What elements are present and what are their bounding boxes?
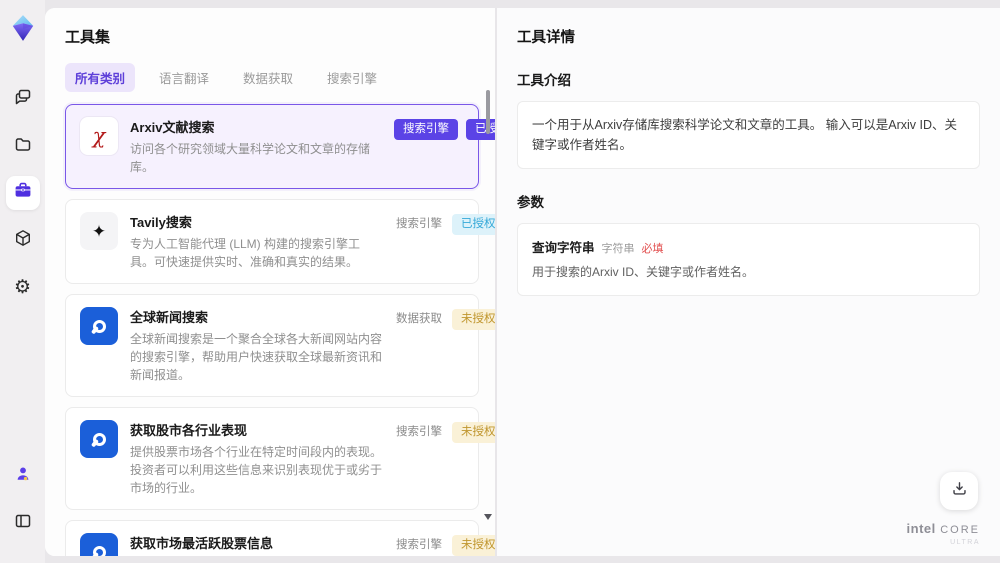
blue-search-icon: [80, 420, 118, 458]
app-logo-icon[interactable]: [9, 14, 37, 42]
tool-card[interactable]: ✦ Tavily搜索 专为人工智能代理 (LLM) 构建的搜索引擎工具。可快速提…: [65, 199, 495, 284]
tool-category-badge: 搜索引擎: [396, 218, 442, 230]
sidebar-item-settings[interactable]: ⚙: [6, 270, 40, 304]
tool-description: 提供股票市场各个行业在特定时间段内的表现。投资者可以利用这些信息来识别表现优于或…: [130, 445, 383, 495]
package-icon: [14, 229, 32, 252]
sidebar-item-files[interactable]: [6, 129, 40, 163]
tool-description: 专为人工智能代理 (LLM) 构建的搜索引擎工具。可快速提供实时、准确和真实的结…: [130, 237, 361, 269]
tool-category-badge: 搜索引擎: [394, 119, 458, 140]
download-icon: [951, 480, 968, 502]
folder-icon: [14, 135, 32, 158]
sidebar-item-tools[interactable]: [5, 176, 40, 210]
parameter-name: 查询字符串: [532, 241, 595, 255]
toolbox-icon: [13, 181, 33, 206]
tool-title: 获取股市各行业表现: [130, 423, 248, 438]
tool-category-badge: 数据获取: [396, 313, 442, 325]
tool-list: χ Arxiv文献搜索 访问各个研究领域大量科学论文和文章的存储库。 搜索引擎 …: [65, 104, 495, 556]
parameter-card: 查询字符串 字符串 必填 用于搜索的Arxiv ID、关键字或作者姓名。: [517, 223, 980, 296]
download-button[interactable]: [940, 472, 978, 510]
tool-card[interactable]: 获取股市各行业表现 提供股票市场各个行业在特定时间段内的表现。投资者可以利用这些…: [65, 407, 495, 510]
sidebar-item-packages[interactable]: [6, 223, 40, 257]
tool-card[interactable]: χ Arxiv文献搜索 访问各个研究领域大量科学论文和文章的存储库。 搜索引擎 …: [65, 104, 495, 189]
tool-description: 全球新闻搜索是一个聚合全球各大新闻网站内容的搜索引擎，帮助用户快速获取全球最新资…: [130, 332, 383, 382]
tool-auth-badge: 未授权: [452, 535, 495, 556]
tool-title: Tavily搜索: [130, 215, 192, 230]
tool-description: 访问各个研究领域大量科学论文和文章的存储库。: [130, 142, 371, 174]
tool-auth-badge: 已授权: [466, 119, 495, 140]
app-window: ⚙ 工具集 所有类别 语言翻译 数据获取 搜索引擎 χ Arxiv文献搜索 访问…: [0, 0, 1000, 563]
tool-category-badge: 搜索引擎: [396, 426, 442, 438]
tool-category-badge: 搜索引擎: [396, 539, 442, 551]
intro-heading: 工具介绍: [517, 73, 571, 88]
intro-box: 一个用于从Arxiv存储库搜索科学论文和文章的工具。 输入可以是Arxiv ID…: [517, 101, 980, 169]
tool-card[interactable]: 全球新闻搜索 全球新闻搜索是一个聚合全球各大新闻网站内容的搜索引擎，帮助用户快速…: [65, 294, 495, 397]
tool-auth-badge: 未授权: [452, 422, 495, 443]
blue-search-icon: [80, 533, 118, 556]
details-title: 工具详情: [517, 30, 575, 46]
category-tab[interactable]: 搜索引擎: [317, 63, 387, 92]
sidebar-item-chat[interactable]: [6, 82, 40, 116]
category-tab[interactable]: 语言翻译: [149, 63, 219, 92]
parameter-description: 用于搜索的Arxiv ID、关键字或作者姓名。: [532, 265, 755, 279]
tool-title: 获取市场最活跃股票信息: [130, 536, 274, 551]
intel-core-logo: intel CORE ULTRA: [906, 521, 980, 546]
sidebar-item-collapse[interactable]: [6, 506, 40, 540]
tavily-star-icon: ✦: [80, 212, 118, 250]
blue-search-icon: [80, 307, 118, 345]
scrollbar-down-arrow[interactable]: [484, 514, 492, 520]
parameter-required-badge: 必填: [641, 243, 664, 255]
scrollbar-thumb[interactable]: [486, 90, 490, 134]
tool-auth-badge: 未授权: [452, 309, 495, 330]
tool-title: 全球新闻搜索: [130, 310, 209, 325]
user-icon: [14, 465, 32, 488]
arxiv-icon: χ: [80, 117, 118, 155]
category-tabs: 所有类别 语言翻译 数据获取 搜索引擎: [65, 63, 479, 92]
tool-auth-badge: 已授权: [452, 214, 495, 235]
tools-title: 工具集: [65, 29, 111, 46]
sidebar-item-account[interactable]: [6, 459, 40, 493]
panel-toggle-icon: [14, 512, 32, 535]
tool-card[interactable]: 获取市场最活跃股票信息 提供当天交易量最高的股票列表，投资者可以利用这些信息来识…: [65, 520, 495, 556]
sidebar: ⚙: [0, 0, 45, 563]
tool-details-panel: 工具详情 工具介绍 一个用于从Arxiv存储库搜索科学论文和文章的工具。 输入可…: [497, 8, 1000, 556]
intro-text: 一个用于从Arxiv存储库搜索科学论文和文章的工具。 输入可以是Arxiv ID…: [532, 118, 958, 152]
parameter-type: 字符串: [601, 243, 635, 255]
category-tab[interactable]: 数据获取: [233, 63, 303, 92]
main-content: 工具集 所有类别 语言翻译 数据获取 搜索引擎 χ Arxiv文献搜索 访问各个…: [45, 8, 1000, 556]
settings-icon: ⚙: [13, 276, 32, 298]
params-heading: 参数: [517, 195, 544, 210]
tool-title: Arxiv文献搜索: [130, 120, 215, 135]
tools-panel: 工具集 所有类别 语言翻译 数据获取 搜索引擎 χ Arxiv文献搜索 访问各个…: [45, 8, 497, 556]
chat-icon: [14, 88, 32, 111]
category-tab[interactable]: 所有类别: [65, 63, 136, 92]
